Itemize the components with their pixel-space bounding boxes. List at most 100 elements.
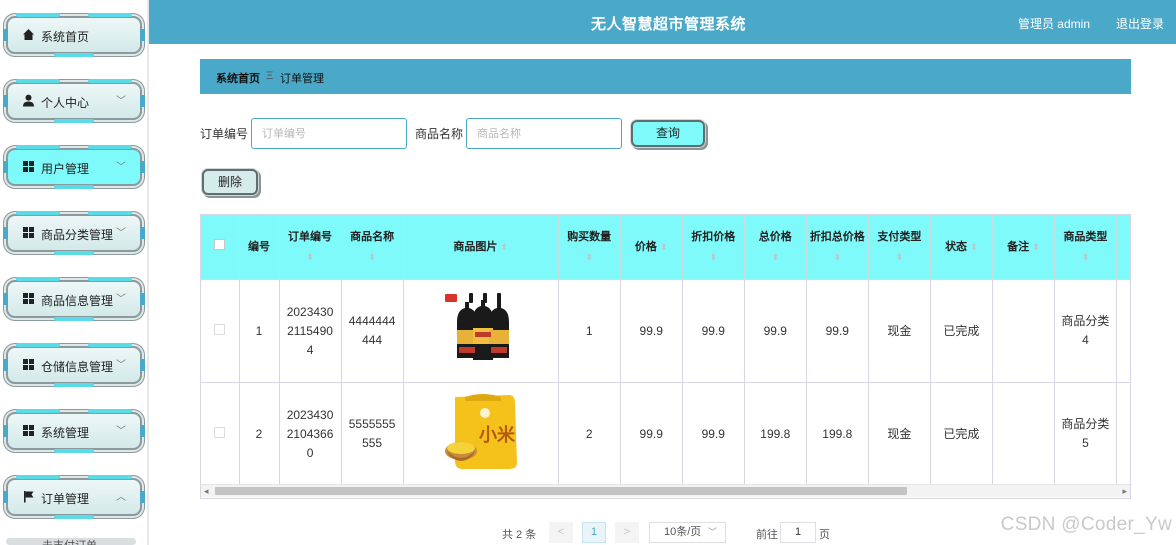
sidebar-item-label: 系统管理 <box>41 426 90 440</box>
sort-icon[interactable]: ⬍ <box>834 252 842 262</box>
page-number-current[interactable]: 1 <box>582 522 606 543</box>
admin-label: 管理员 admin <box>1017 17 1090 31</box>
sidebar-item-user-management[interactable]: 用户管理 ﹀ <box>3 145 145 189</box>
product-name-input[interactable] <box>466 118 622 149</box>
breadcrumb-current: 订单管理 <box>280 73 324 85</box>
sidebar-item-warehouse-management[interactable]: 仓储信息管理 ﹀ <box>3 343 145 387</box>
column-header-label: 商品名称 <box>350 231 395 243</box>
user-icon <box>23 94 34 107</box>
sidebar-item-system-management[interactable]: 系统管理 ﹀ <box>3 409 145 453</box>
column-header[interactable]: 支付类型 ⬍ <box>868 215 931 280</box>
app-title: 无人智慧超市管理系统 <box>591 16 747 33</box>
cell-quantity: 1 <box>558 279 621 383</box>
chevron-down-icon: ﹀ <box>116 228 126 239</box>
sort-icon[interactable]: ⬍ <box>896 252 904 262</box>
row-select-checkbox[interactable] <box>201 279 240 383</box>
column-header[interactable]: 订单编号 ⬍ <box>279 215 342 280</box>
select-all-checkbox[interactable] <box>201 215 240 280</box>
table-horizontal-scrollbar[interactable]: ◂ ▸ <box>201 484 1130 497</box>
column-header-label: 编号 <box>248 241 271 253</box>
column-header-label: 支付类型 <box>877 231 922 243</box>
column-header[interactable]: 备注 ⬍ <box>992 215 1055 280</box>
column-header-label: 购买数量 <box>567 231 612 243</box>
column-header-label: 订单编号 <box>288 231 333 243</box>
cell-status: 已完成 <box>930 279 993 383</box>
sidebar-subitem-unpaid-orders[interactable]: 未支付订单 <box>6 538 136 545</box>
goto-page-input[interactable]: 1 <box>780 522 816 543</box>
column-header-label: 状态 <box>945 241 968 253</box>
column-header[interactable]: 状态 ⬍ <box>930 215 993 280</box>
column-header[interactable]: 商品图片 ⬍ <box>403 215 559 280</box>
sidebar-item-label: 商品信息管理 <box>41 294 114 308</box>
sort-icon[interactable]: ⬍ <box>1082 252 1090 262</box>
column-header[interactable]: 价格 ⬍ <box>620 215 683 280</box>
sort-icon[interactable]: ⬍ <box>585 252 593 262</box>
pagination-total: 共 2 条 <box>502 529 537 541</box>
millet-bag-image: 小米 <box>444 394 517 469</box>
grid-icon <box>23 425 34 436</box>
sidebar-item-home[interactable]: 系统首页 <box>3 13 145 57</box>
page-size-value: 10条/页 <box>664 526 702 538</box>
sidebar-item-personal-center[interactable]: 个人中心 ﹀ <box>3 79 145 123</box>
cell-pay-type: 现金 <box>868 382 931 485</box>
cell-price: 99.9 <box>620 279 683 383</box>
column-header[interactable]: 折扣总价格 ⬍ <box>806 215 869 280</box>
page-size-select[interactable]: 10条/页 ﹀ <box>649 522 726 543</box>
query-button[interactable]: 查询 <box>631 120 705 147</box>
cell-discount-total: 199.8 <box>806 382 869 485</box>
cell-total: 99.9 <box>744 279 807 383</box>
sort-icon[interactable]: ⬍ <box>306 252 314 262</box>
sidebar: 系统首页 个人中心 ﹀ 用户管理 ﹀ 商品分类管理 ﹀ 商品信息管理 ﹀ 仓储信… <box>0 0 148 545</box>
scroll-left-icon[interactable]: ◂ <box>204 485 209 497</box>
column-header[interactable]: 折扣价格 ⬍ <box>682 215 745 280</box>
delete-button[interactable]: 删除 <box>202 169 258 195</box>
sidebar-item-label: 仓储信息管理 <box>41 360 114 374</box>
column-header-label: 总价格 <box>758 231 792 243</box>
column-header-label: 折扣总价格 <box>809 231 865 243</box>
scroll-right-icon[interactable]: ▸ <box>1122 485 1127 497</box>
chevron-down-icon: ﹀ <box>116 426 126 437</box>
sort-icon[interactable]: ⬍ <box>660 242 668 252</box>
prev-page-button[interactable]: < <box>549 522 573 543</box>
logout-link[interactable]: 退出登录 <box>1116 15 1164 32</box>
svg-text:小米: 小米 <box>479 424 516 446</box>
sidebar-item-product-management[interactable]: 商品信息管理 ﹀ <box>3 277 145 321</box>
grid-icon <box>23 161 34 172</box>
order-number-input[interactable] <box>251 118 407 149</box>
sort-icon[interactable]: ⬍ <box>709 252 717 262</box>
sidebar-item-category-management[interactable]: 商品分类管理 ﹀ <box>3 211 145 255</box>
column-header-label: 商品图片 <box>453 241 498 253</box>
column-header-label: 备注 <box>1007 241 1030 253</box>
sidebar-item-order-management[interactable]: 订单管理 ︿ <box>3 475 145 519</box>
breadcrumb-home[interactable]: 系统首页 <box>216 70 260 86</box>
sort-icon[interactable]: ⬍ <box>970 242 978 252</box>
chevron-up-icon: ︿ <box>116 492 126 503</box>
column-header-label: 商品类型 <box>1063 231 1108 243</box>
cell-total: 199.8 <box>744 382 807 485</box>
table-row[interactable]: 1 20234302115490 4 4444444444 1 99.9 99.… <box>201 279 1130 383</box>
cell-product-image <box>403 279 559 383</box>
column-header[interactable]: 编号 <box>239 215 280 280</box>
cell-status: 已完成 <box>930 382 993 485</box>
sort-icon[interactable]: ⬍ <box>772 252 780 262</box>
row-select-checkbox[interactable] <box>201 382 240 485</box>
grid-icon <box>23 359 34 370</box>
chevron-down-icon: ﹀ <box>707 527 717 537</box>
top-header: 无人智慧超市管理系统 管理员 admin 退出登录 <box>149 0 1176 44</box>
goto-label: 前往 <box>756 529 778 541</box>
sort-icon[interactable]: ⬍ <box>1032 242 1040 252</box>
cell-discount-price: 99.9 <box>682 279 745 383</box>
table-row[interactable]: 2 20234302104366 0 5555555555 小米 2 99.9 … <box>201 382 1130 485</box>
column-header[interactable]: 商品名称 ⬍ <box>341 215 404 280</box>
column-header[interactable]: 总价格 ⬍ <box>744 215 807 280</box>
home-icon <box>23 29 34 40</box>
column-header[interactable]: 商品类型 ⬍ <box>1054 215 1117 280</box>
sort-icon[interactable]: ⬍ <box>368 252 376 262</box>
sort-icon[interactable]: ⬍ <box>500 242 508 252</box>
cell-note <box>992 382 1055 485</box>
column-header[interactable]: 购买数量 ⬍ <box>558 215 621 280</box>
scrollbar-thumb[interactable] <box>215 487 907 495</box>
next-page-button[interactable]: > <box>615 522 639 543</box>
order-number-label: 订单编号 <box>200 127 249 141</box>
breadcrumb-separator: Ξ <box>266 70 274 82</box>
